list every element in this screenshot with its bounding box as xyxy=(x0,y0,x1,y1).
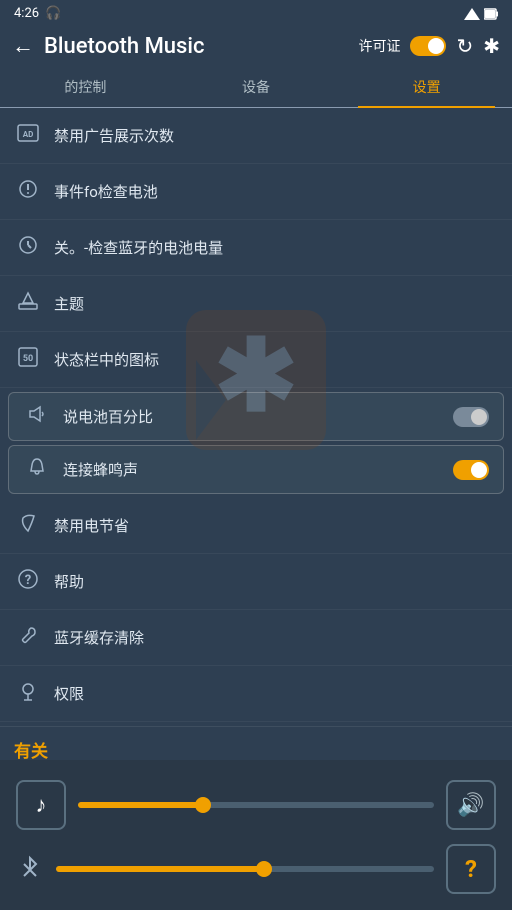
setting-speak-battery[interactable]: 说电池百分比 xyxy=(8,392,504,441)
permission-label: 许可证 xyxy=(358,36,400,56)
volume-button[interactable]: 🔊 xyxy=(446,780,496,830)
svg-text:50: 50 xyxy=(23,354,33,364)
music-volume-slider[interactable] xyxy=(78,802,434,808)
connect-beep-label: 连接蜂鸣声 xyxy=(63,459,441,480)
setting-help[interactable]: ? 帮助 xyxy=(0,554,512,610)
tab-devices[interactable]: 设备 xyxy=(171,67,342,107)
bt-cache-label: 蓝牙缓存清除 xyxy=(54,627,498,648)
speak-battery-toggle[interactable] xyxy=(453,407,489,427)
status-left: 4:26 🎧 xyxy=(14,6,61,21)
help-icon: ? xyxy=(14,568,42,595)
ads-icon: AD xyxy=(14,122,42,149)
svg-text:AD: AD xyxy=(23,130,34,139)
setting-battery-check[interactable]: 事件fo检查电池 xyxy=(0,164,512,220)
battery-icon xyxy=(484,8,498,20)
disable-save-label: 禁用电节省 xyxy=(54,515,498,536)
music-slider-fill xyxy=(78,802,203,808)
tab-controls[interactable]: 的控制 xyxy=(0,67,171,107)
battery-check-icon xyxy=(14,178,42,205)
settings-list: AD 禁用广告展示次数 事件fo检查电池 关。-检查蓝牙的电池电量 主题 50 … xyxy=(0,108,512,812)
bt-slider-thumb xyxy=(256,861,272,877)
help-button[interactable]: ? xyxy=(446,844,496,894)
music-slider-thumb xyxy=(195,797,211,813)
bluetooth-header-icon[interactable]: ✱ xyxy=(483,34,500,58)
volume-icon: 🔊 xyxy=(457,793,484,818)
bt-battery-label: 关。-检查蓝牙的电池电量 xyxy=(54,237,498,258)
bt-volume-slider[interactable] xyxy=(56,866,434,872)
statusbar-icon-label: 状态栏中的图标 xyxy=(54,349,498,370)
page-title: Bluetooth Music xyxy=(44,34,348,59)
svg-text:?: ? xyxy=(25,573,31,588)
tabs-container: 的控制 设备 设置 xyxy=(0,67,512,108)
status-right xyxy=(464,8,498,20)
status-time: 4:26 xyxy=(14,6,39,21)
back-button[interactable]: ← xyxy=(12,33,34,59)
battery-check-label: 事件fo检查电池 xyxy=(54,181,498,202)
ads-label: 禁用广告展示次数 xyxy=(54,125,498,146)
setting-ads[interactable]: AD 禁用广告展示次数 xyxy=(0,108,512,164)
statusbar-icon: 50 xyxy=(14,346,42,373)
music-player-row: ♪ 🔊 xyxy=(16,780,496,830)
refresh-button[interactable]: ↻ xyxy=(456,34,473,58)
setting-disable-save[interactable]: 禁用电节省 xyxy=(0,498,512,554)
music-note-icon: ♪ xyxy=(36,792,47,818)
signal-icon xyxy=(464,8,480,20)
tab-settings[interactable]: 设置 xyxy=(341,67,512,107)
help-question-icon: ? xyxy=(465,855,477,883)
theme-icon xyxy=(14,290,42,317)
connect-beep-toggle[interactable] xyxy=(453,460,489,480)
speak-battery-label: 说电池百分比 xyxy=(63,406,441,427)
wrench-icon xyxy=(14,624,42,651)
setting-connect-beep[interactable]: 连接蜂鸣声 xyxy=(8,445,504,494)
setting-statusbar-icon[interactable]: 50 状态栏中的图标 xyxy=(0,332,512,388)
setting-bt-cache[interactable]: 蓝牙缓存清除 xyxy=(0,610,512,666)
bottom-player: ♪ 🔊 ? xyxy=(0,760,512,910)
status-bar: 4:26 🎧 xyxy=(0,0,512,25)
bt-player-row: ? xyxy=(16,844,496,894)
bt-bottom-icon xyxy=(16,855,44,884)
setting-permissions[interactable]: 权限 xyxy=(0,666,512,722)
headphone-icon: 🎧 xyxy=(45,6,61,21)
pin-icon xyxy=(14,680,42,707)
permissions-label: 权限 xyxy=(54,683,498,704)
setting-bt-battery[interactable]: 关。-检查蓝牙的电池电量 xyxy=(0,220,512,276)
music-icon-button[interactable]: ♪ xyxy=(16,780,66,830)
bt-slider-fill xyxy=(56,866,264,872)
clock-icon xyxy=(14,234,42,261)
bell-icon xyxy=(23,456,51,483)
theme-label: 主题 xyxy=(54,293,498,314)
speak-icon xyxy=(23,403,51,430)
help-label: 帮助 xyxy=(54,571,498,592)
top-bar: ← Bluetooth Music 许可证 ↻ ✱ xyxy=(0,25,512,67)
leaf-icon xyxy=(14,512,42,539)
permission-toggle[interactable] xyxy=(410,36,446,56)
setting-theme[interactable]: 主题 xyxy=(0,276,512,332)
top-bar-actions: 许可证 ↻ ✱ xyxy=(358,34,500,58)
